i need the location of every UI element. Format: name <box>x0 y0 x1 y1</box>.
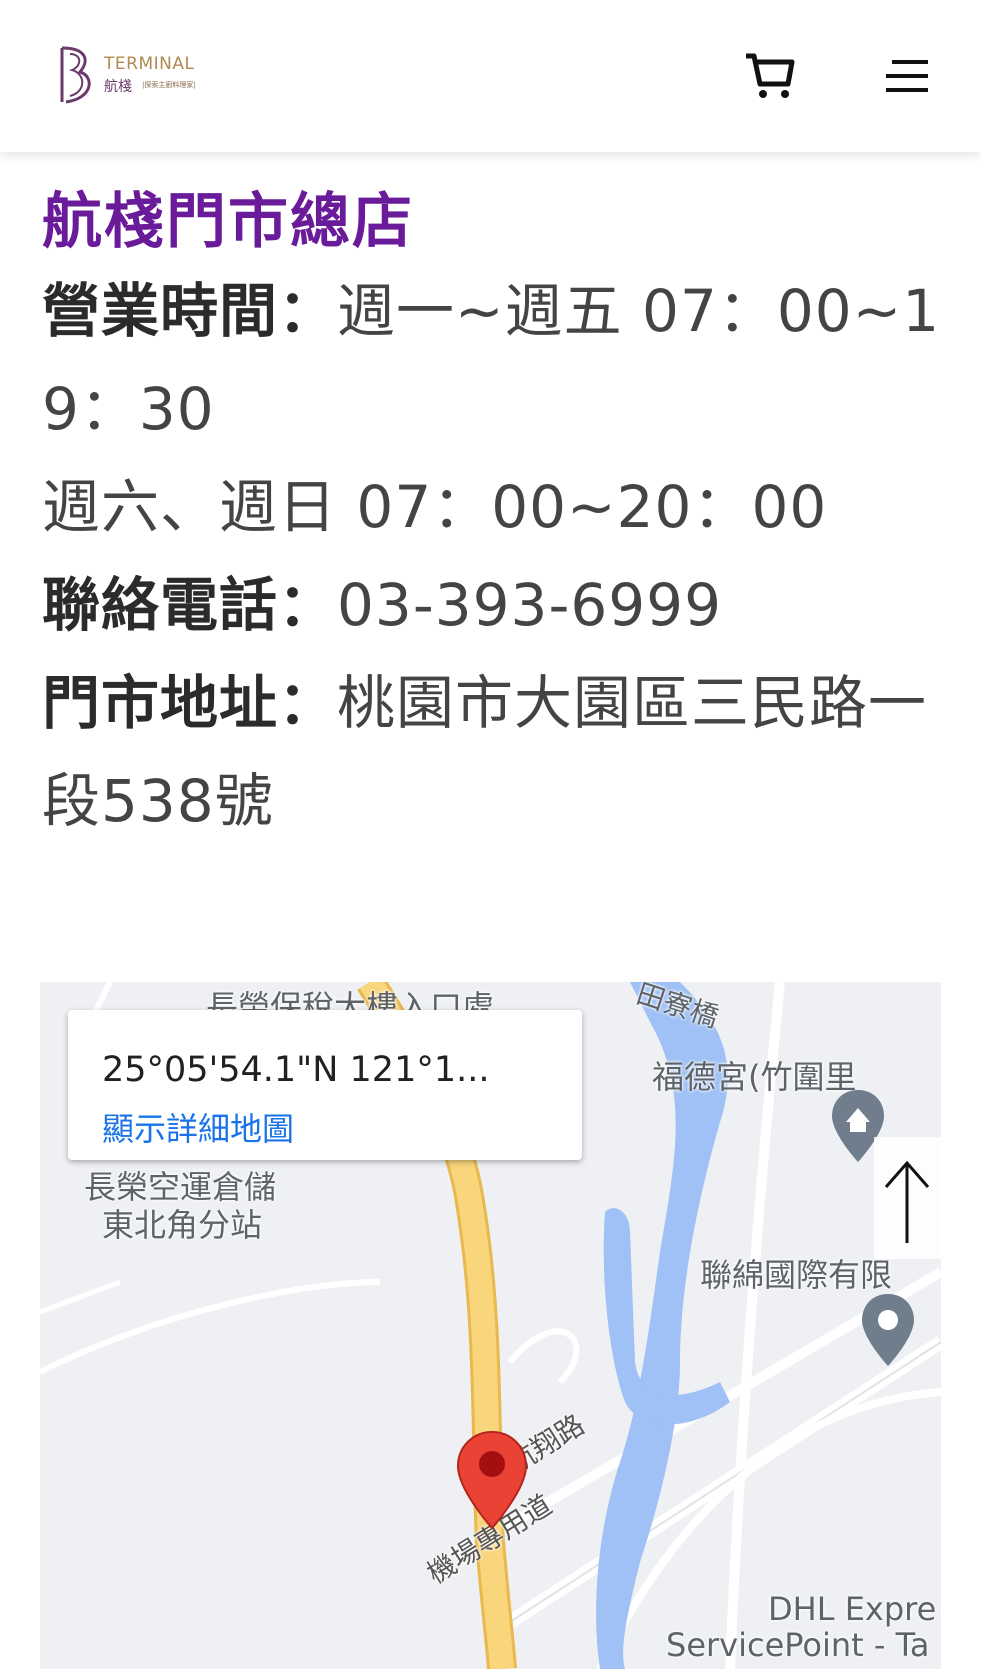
logo-b-icon <box>60 46 91 104</box>
map-label-temple: 福德宮(竹圍里 <box>652 1058 857 1096</box>
scroll-top-button[interactable] <box>874 1137 941 1259</box>
business-hours-weekend: 週六、週日 07：00~20：00 <box>42 458 942 556</box>
embedded-map[interactable]: 長榮保稅大樓入口處 田寮橋 福德宮(竹圍里 長榮空運倉儲 東北角分站 聯綿國際有… <box>40 982 941 1669</box>
map-label-company: 聯綿國際有限 <box>700 1256 893 1294</box>
business-hours: 營業時間：週一~週五 07：00~19：30 <box>42 262 942 458</box>
phone-label: 聯絡電話： <box>42 571 338 639</box>
address-label: 門市地址： <box>42 669 338 737</box>
cart-icon <box>746 53 795 98</box>
map-label-dhl-1: DHL Expre <box>768 1590 937 1628</box>
view-larger-map-link[interactable]: 顯示詳細地圖 <box>102 1104 294 1150</box>
store-address: 門市地址：桃園市大園區三民路一段538號 <box>42 654 942 850</box>
store-title: 航棧門市總店 <box>42 187 414 257</box>
cart-button[interactable] <box>744 50 796 100</box>
contact-phone: 聯絡電話：03-393-6999 <box>42 556 942 654</box>
hours-label: 營業時間： <box>42 277 338 345</box>
site-header: TERMINAL 航棧 |探索主廚料理家| <box>0 0 981 152</box>
logo-brand-en: TERMINAL <box>104 54 195 74</box>
logo-brand-tag: |探索主廚料理家| <box>142 81 196 89</box>
map-label-dhl-2: ServicePoint - Ta <box>666 1626 930 1664</box>
arrow-up-icon <box>884 1160 930 1243</box>
phone-value[interactable]: 03-393-6999 <box>337 571 722 639</box>
store-info: 航棧門市總店 營業時間：週一~週五 07：00~19：30 週六、週日 07：0… <box>42 182 942 850</box>
company-poi-icon[interactable] <box>860 1292 916 1368</box>
map-label-warehouse-2: 東北角分站 <box>102 1206 263 1244</box>
hours-weekend: 週六、週日 07：00~20：00 <box>42 473 828 541</box>
brand-logo[interactable]: TERMINAL 航棧 |探索主廚料理家| <box>56 44 206 106</box>
map-info-card: 25°05'54.1"N 121°1... 顯示詳細地圖 <box>68 1010 582 1160</box>
location-marker-icon[interactable] <box>456 1430 528 1530</box>
logo-brand-zh: 航棧 <box>104 79 132 95</box>
menu-button[interactable] <box>884 56 930 96</box>
map-coordinates: 25°05'54.1"N 121°1... <box>102 1050 490 1090</box>
hamburger-menu-icon <box>886 60 928 92</box>
